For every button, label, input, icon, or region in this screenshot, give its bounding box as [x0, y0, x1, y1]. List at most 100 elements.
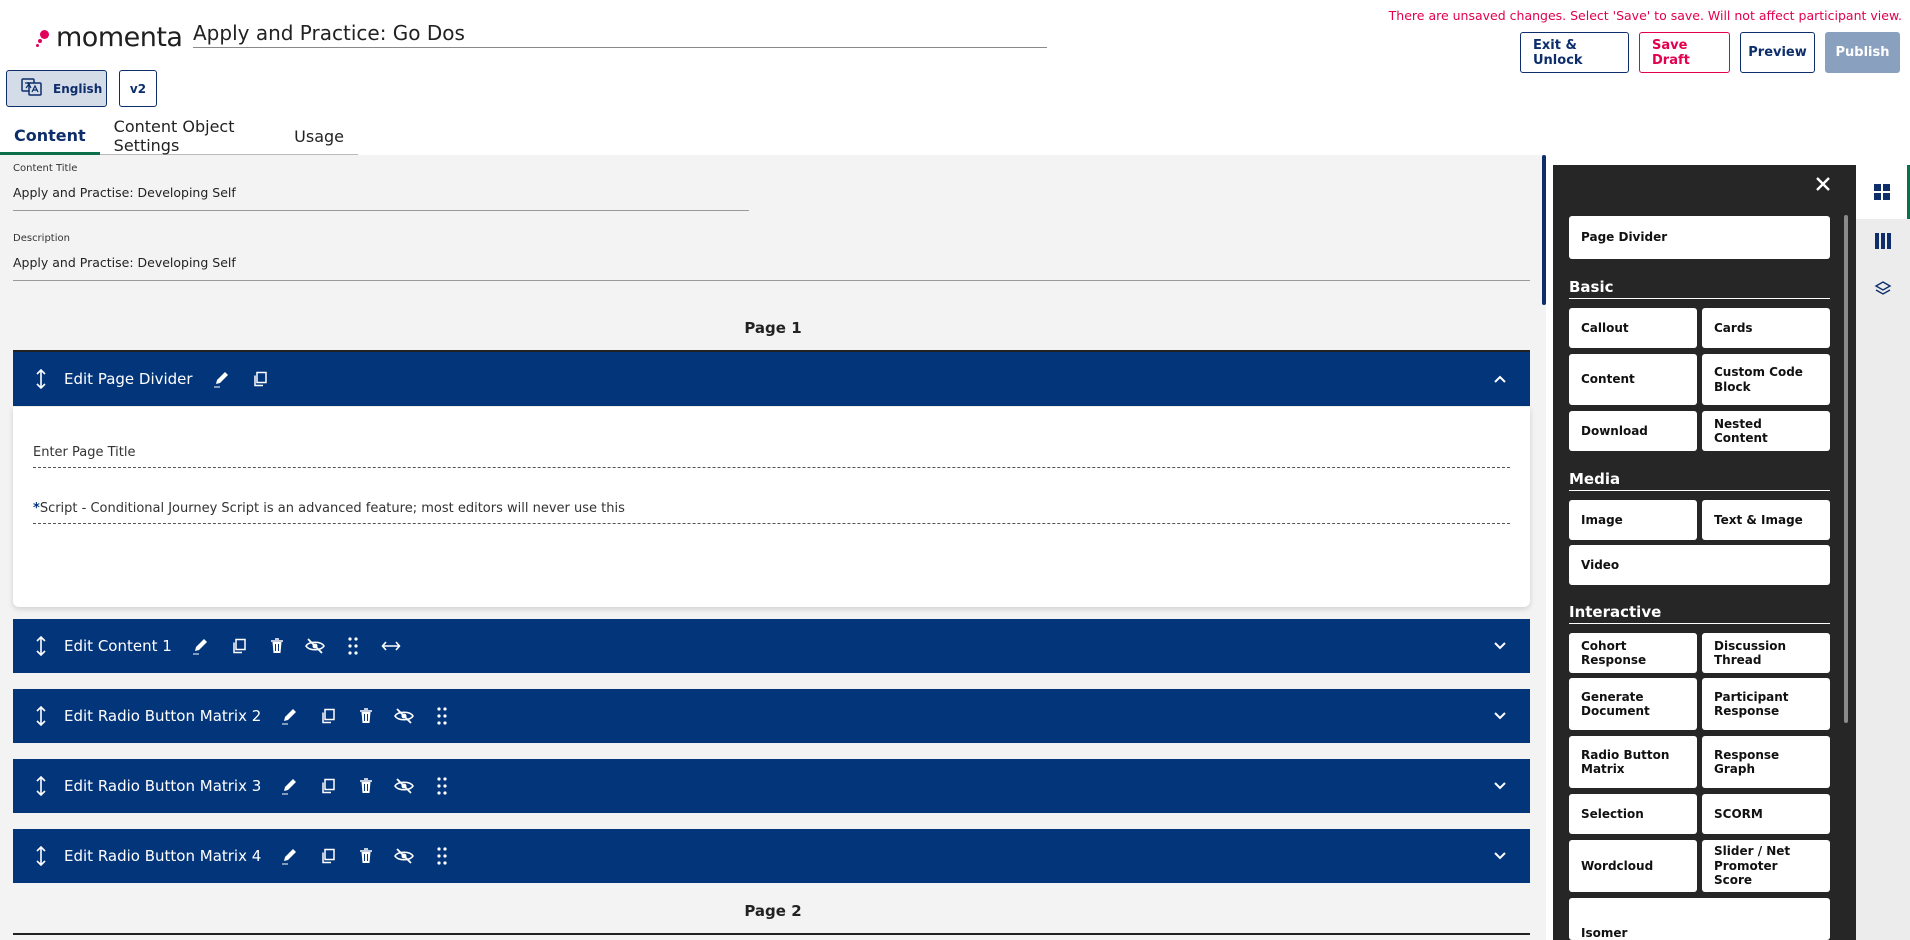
- version-button[interactable]: v2: [119, 70, 157, 107]
- eye-off-icon[interactable]: [304, 635, 326, 657]
- palette-video[interactable]: Video: [1569, 545, 1830, 585]
- palette-scrollbar[interactable]: [1844, 215, 1848, 723]
- basic-heading: Basic: [1569, 278, 1830, 299]
- description-label: Description: [13, 233, 70, 244]
- columns-icon[interactable]: [1856, 232, 1910, 250]
- eye-off-icon[interactable]: [393, 845, 415, 867]
- palette-download[interactable]: Download: [1569, 411, 1697, 451]
- editor-app: momenta Apply and Practice: Go Dos There…: [0, 0, 1910, 940]
- trash-icon[interactable]: [355, 775, 377, 797]
- chevron-down-icon[interactable]: [1490, 636, 1510, 656]
- move-arrows-icon[interactable]: [33, 369, 49, 389]
- block-bar[interactable]: Edit Radio Button Matrix 4: [13, 829, 1530, 883]
- interactive-heading: Interactive: [1569, 603, 1830, 624]
- block-bar[interactable]: Edit Content 1: [13, 619, 1530, 673]
- blocks-grid-icon[interactable]: [1856, 165, 1910, 219]
- scrollbar-thumb[interactable]: [1542, 155, 1546, 305]
- tab-content-object-settings[interactable]: Content Object Settings: [100, 117, 280, 155]
- script-input[interactable]: *Script - Conditional Journey Script is …: [33, 501, 1510, 524]
- momenta-logo[interactable]: momenta: [36, 20, 183, 54]
- drag-handle-icon[interactable]: [342, 635, 364, 657]
- block-bar[interactable]: Edit Radio Button Matrix 2: [13, 689, 1530, 743]
- trash-icon[interactable]: [266, 635, 288, 657]
- copy-icon[interactable]: [317, 845, 339, 867]
- pencil-icon[interactable]: [279, 845, 301, 867]
- chevron-down-icon[interactable]: [1490, 706, 1510, 726]
- palette-slider-nps[interactable]: Slider / Net Promoter Score: [1702, 840, 1830, 892]
- width-arrows-icon[interactable]: [380, 635, 402, 657]
- move-arrows-icon[interactable]: [33, 846, 49, 866]
- save-draft-button[interactable]: Save Draft: [1639, 32, 1730, 73]
- palette-nested-content[interactable]: Nested Content: [1702, 411, 1830, 451]
- brand-name: momenta: [56, 21, 183, 53]
- copy-icon[interactable]: [317, 705, 339, 727]
- palette-selection[interactable]: Selection: [1569, 794, 1697, 834]
- palette-discussion-thread[interactable]: Discussion Thread: [1702, 633, 1830, 673]
- move-arrows-icon[interactable]: [33, 636, 49, 656]
- eye-off-icon[interactable]: [393, 775, 415, 797]
- page-divider-title: Edit Page Divider: [64, 370, 193, 388]
- page-title-input[interactable]: Enter Page Title: [33, 445, 1510, 468]
- copy-icon[interactable]: [317, 775, 339, 797]
- content-title-input[interactable]: Apply and Practise: Developing Self: [13, 185, 236, 200]
- copy-icon[interactable]: [249, 368, 271, 390]
- close-icon[interactable]: [1812, 173, 1834, 195]
- editor-tabs: Content Content Object Settings Usage: [0, 117, 358, 155]
- palette-image[interactable]: Image: [1569, 500, 1697, 540]
- page-divider-bar[interactable]: Edit Page Divider: [13, 352, 1530, 406]
- exit-unlock-button[interactable]: Exit & Unlock: [1520, 32, 1629, 73]
- chevron-down-icon[interactable]: [1490, 776, 1510, 796]
- description-underline: [13, 280, 1530, 281]
- drag-handle-icon[interactable]: [431, 775, 453, 797]
- block-bar[interactable]: Edit Radio Button Matrix 3: [13, 759, 1530, 813]
- block-palette: Page Divider Basic Callout Cards Content…: [1553, 165, 1856, 940]
- unsaved-changes-notice: There are unsaved changes. Select 'Save'…: [1388, 8, 1902, 23]
- page-2-rule: [13, 933, 1530, 935]
- chevron-down-icon[interactable]: [1490, 846, 1510, 866]
- palette-content[interactable]: Content: [1569, 354, 1697, 405]
- page-divider-panel: Enter Page Title *Script - Conditional J…: [13, 407, 1530, 607]
- palette-cards[interactable]: Cards: [1702, 308, 1830, 348]
- pencil-icon[interactable]: [190, 635, 212, 657]
- palette-radio-button-matrix[interactable]: Radio Button Matrix: [1569, 736, 1697, 788]
- eye-off-icon[interactable]: [393, 705, 415, 727]
- tab-content[interactable]: Content: [0, 118, 100, 155]
- pencil-icon[interactable]: [279, 705, 301, 727]
- pencil-icon[interactable]: [279, 775, 301, 797]
- drag-handle-icon[interactable]: [431, 705, 453, 727]
- description-input[interactable]: Apply and Practise: Developing Self: [13, 255, 236, 270]
- content-editor[interactable]: Content Title Apply and Practise: Develo…: [0, 155, 1546, 940]
- publish-button[interactable]: Publish: [1825, 32, 1900, 73]
- header-actions: Exit & Unlock Save Draft Preview Publish: [1520, 32, 1900, 73]
- media-heading: Media: [1569, 470, 1830, 491]
- translate-icon: [21, 77, 43, 100]
- trash-icon[interactable]: [355, 705, 377, 727]
- document-title-input[interactable]: Apply and Practice: Go Dos: [193, 18, 1047, 48]
- copy-icon[interactable]: [228, 635, 250, 657]
- palette-custom-code-block[interactable]: Custom Code Block: [1702, 354, 1830, 405]
- content-title-label: Content Title: [13, 163, 78, 174]
- palette-page-divider[interactable]: Page Divider: [1569, 216, 1830, 259]
- block-title: Edit Radio Button Matrix 3: [64, 777, 262, 795]
- palette-callout[interactable]: Callout: [1569, 308, 1697, 348]
- trash-icon[interactable]: [355, 845, 377, 867]
- chevron-up-icon[interactable]: [1490, 369, 1510, 389]
- block-title: Edit Radio Button Matrix 2: [64, 707, 262, 725]
- drag-handle-icon[interactable]: [431, 845, 453, 867]
- palette-text-image[interactable]: Text & Image: [1702, 500, 1830, 540]
- preview-button[interactable]: Preview: [1740, 32, 1815, 73]
- palette-response-graph[interactable]: Response Graph: [1702, 736, 1830, 788]
- tab-usage[interactable]: Usage: [280, 118, 358, 154]
- palette-scorm[interactable]: SCORM: [1702, 794, 1830, 834]
- move-arrows-icon[interactable]: [33, 706, 49, 726]
- palette-participant-response[interactable]: Participant Response: [1702, 678, 1830, 730]
- palette-wordcloud[interactable]: Wordcloud: [1569, 840, 1697, 892]
- language-button[interactable]: English: [6, 70, 107, 107]
- palette-generate-document[interactable]: Generate Document: [1569, 678, 1697, 730]
- pencil-icon[interactable]: [211, 368, 233, 390]
- block-title: Edit Radio Button Matrix 4: [64, 847, 262, 865]
- palette-cohort-response[interactable]: Cohort Response: [1569, 633, 1697, 673]
- layers-icon[interactable]: [1856, 280, 1910, 298]
- palette-isomer[interactable]: Isomer: [1569, 898, 1830, 940]
- move-arrows-icon[interactable]: [33, 776, 49, 796]
